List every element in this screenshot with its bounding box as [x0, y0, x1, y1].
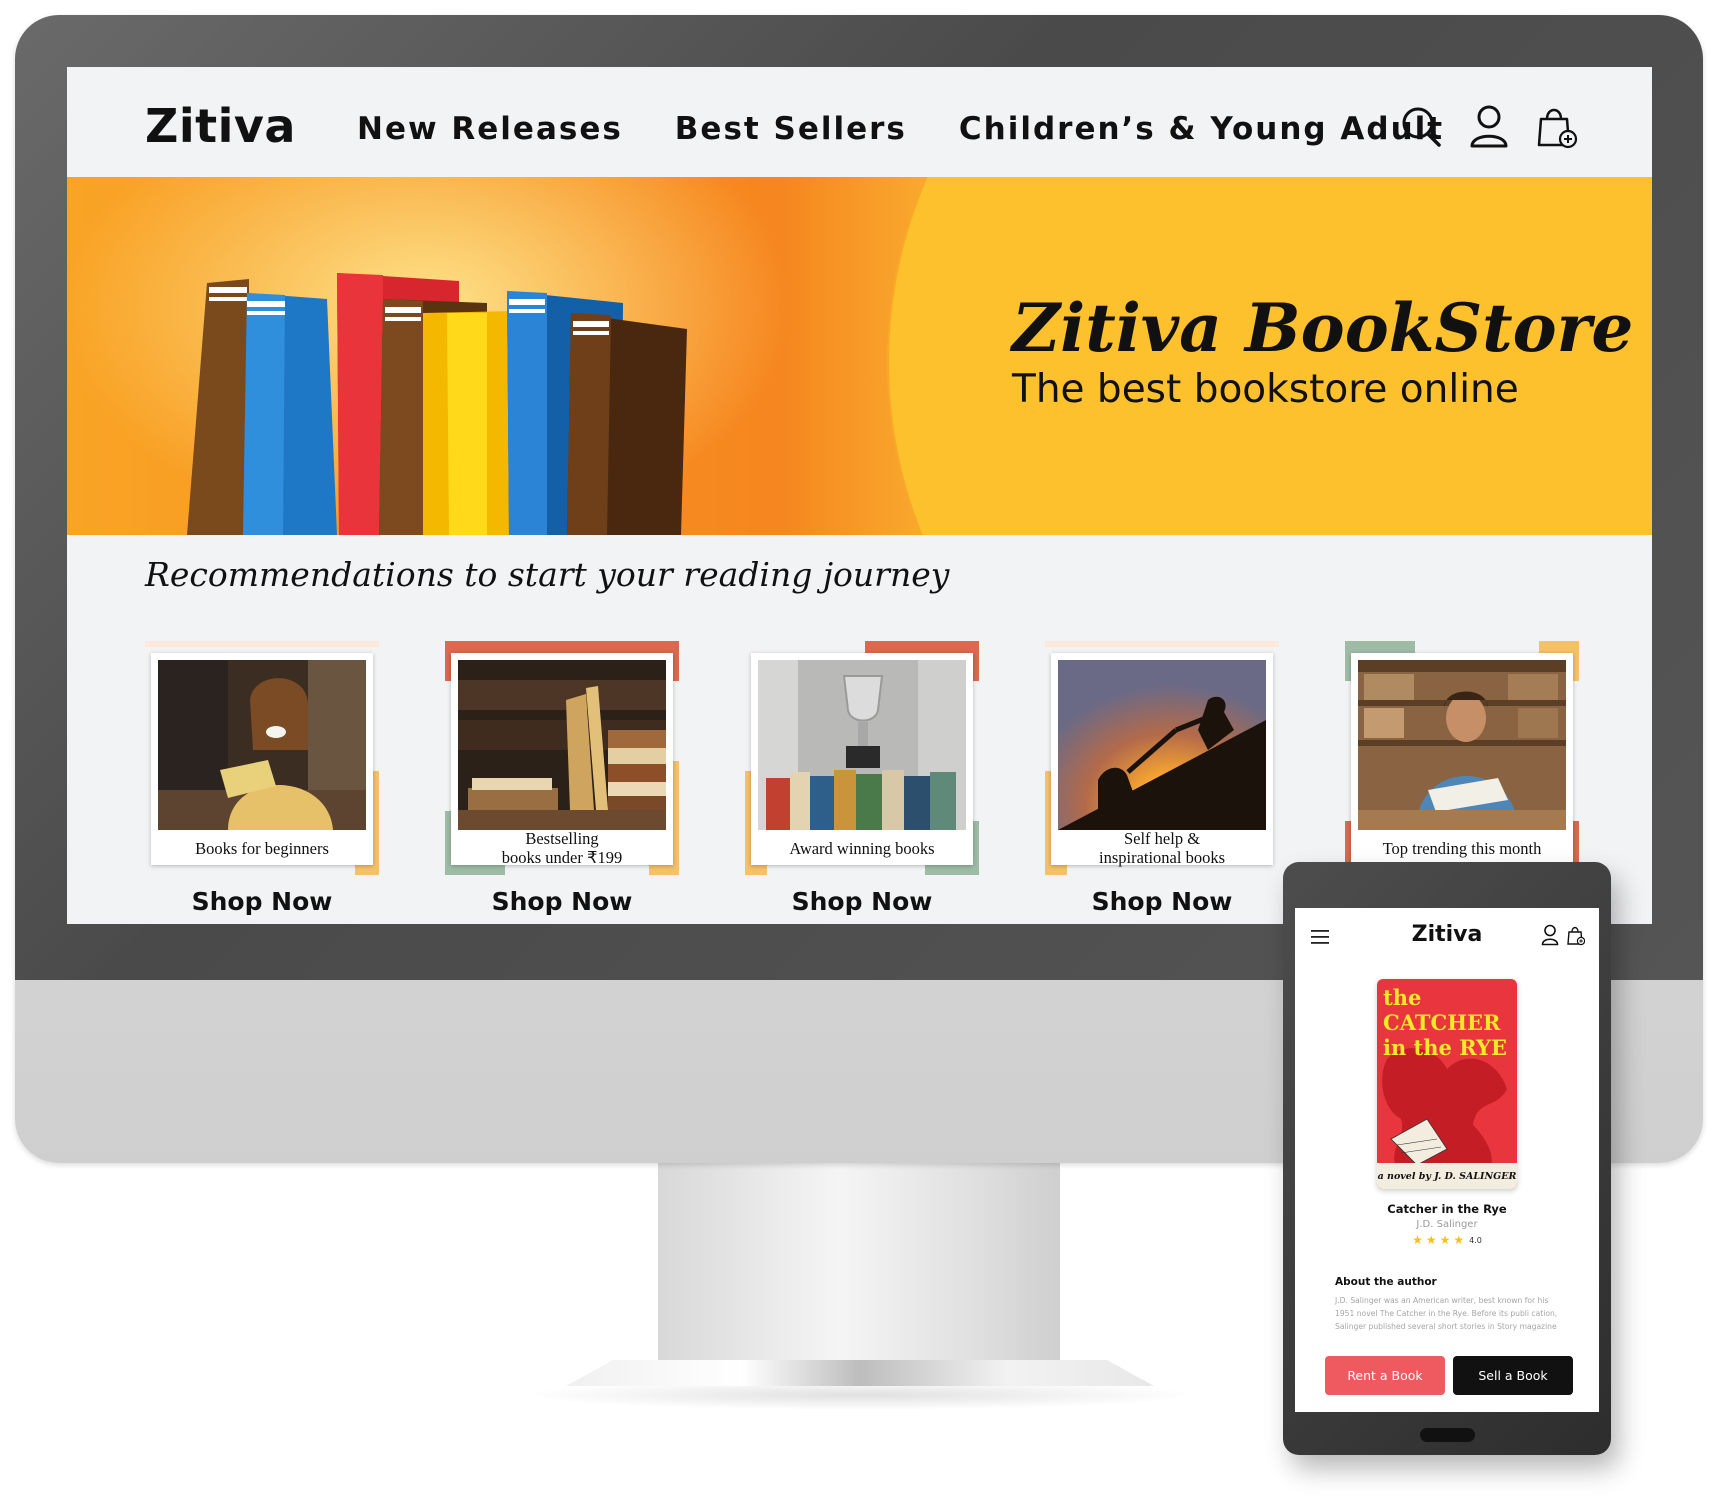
star-icon: ★	[1453, 1233, 1465, 1247]
banner-title: Zitiva BookStore	[1012, 289, 1634, 367]
books-illustration	[187, 273, 687, 535]
star-icon: ★	[1439, 1233, 1451, 1247]
user-icon[interactable]	[1541, 924, 1559, 946]
sell-book-button[interactable]: Sell a Book	[1453, 1356, 1573, 1395]
mobile-header-icons	[1541, 924, 1585, 946]
card-label: Bestselling books under ₹199	[501, 829, 623, 867]
shop-now-link[interactable]: Shop Now	[445, 887, 679, 916]
header-icons	[1400, 103, 1578, 149]
main-nav: New Releases Best Sellers Children’s & Y…	[357, 111, 1444, 147]
phone-screen: Zitiva the CATCHER in the RYE a novel by…	[1295, 908, 1599, 1412]
book-title: Catcher in the Rye	[1387, 1202, 1507, 1216]
card-inner: Award winning books	[751, 653, 973, 865]
card-inner: Top trending this month	[1351, 653, 1573, 865]
shop-now-link[interactable]: Shop Now	[1045, 887, 1279, 916]
nav-new-releases[interactable]: New Releases	[357, 111, 623, 147]
rent-book-button[interactable]: Rent a Book	[1325, 1356, 1445, 1395]
recommendations-title: Recommendations to start your reading jo…	[145, 555, 950, 594]
card-inner: Self help & inspirational books	[1051, 653, 1273, 867]
nav-best-sellers[interactable]: Best Sellers	[675, 111, 907, 147]
nav-childrens-young-adult[interactable]: Children’s & Young Adult	[959, 111, 1444, 147]
rating-value: 4.0	[1469, 1235, 1482, 1245]
card-photo-trophy	[758, 660, 966, 830]
banner-subtitle: The best bookstore online	[1012, 367, 1519, 412]
shopping-bag-add-icon[interactable]	[1567, 924, 1585, 946]
site-header: Zitiva New Releases Best Sellers Childre…	[67, 67, 1652, 177]
phone-home-button[interactable]	[1420, 1428, 1475, 1442]
recommendation-card-self-help[interactable]: Self help & inspirational books Shop Now	[1045, 641, 1279, 921]
book-cover[interactable]: the CATCHER in the RYE a novel by J. D. …	[1377, 979, 1517, 1189]
card-label: Self help & inspirational books	[1098, 829, 1226, 867]
book-cover-author: a novel by J. D. SALINGER	[1377, 1163, 1517, 1189]
card-photo-helping-hand	[1058, 660, 1266, 830]
star-icon: ★	[1425, 1233, 1437, 1247]
recommendation-card-award-winning[interactable]: Award winning books Shop Now	[745, 641, 979, 921]
monitor-stand	[658, 1162, 1060, 1374]
monitor-stand-base	[566, 1360, 1154, 1386]
card-photo-woman-reading	[158, 660, 366, 830]
recommendation-card-bestselling[interactable]: Bestselling books under ₹199 Shop Now	[445, 641, 679, 921]
card-label: Top trending this month	[1382, 838, 1542, 858]
card-photo-book-stack	[458, 660, 666, 830]
card-inner: Bestselling books under ₹199	[451, 653, 673, 867]
book-rating: ★ ★ ★ ★ 4.0	[1295, 1234, 1599, 1246]
search-icon[interactable]	[1400, 103, 1442, 149]
about-author-heading: About the author	[1335, 1276, 1437, 1288]
card-inner: Books for beginners	[151, 653, 373, 865]
hero-banner: Zitiva BookStore The best bookstore onli…	[67, 177, 1652, 535]
user-icon[interactable]	[1468, 103, 1510, 149]
book-cover-title: the CATCHER in the RYE	[1383, 985, 1508, 1060]
card-label: Books for beginners	[195, 838, 329, 858]
recommendation-card-beginners[interactable]: Books for beginners Shop Now	[145, 641, 379, 921]
site-logo[interactable]: Zitiva	[145, 99, 296, 153]
about-author-text: J.D. Salinger was an American writer, be…	[1335, 1296, 1558, 1331]
phone: Zitiva the CATCHER in the RYE a novel by…	[1283, 862, 1611, 1455]
shopping-bag-add-icon[interactable]	[1536, 103, 1578, 149]
card-photo-boy-reading	[1358, 660, 1566, 830]
star-icon: ★	[1412, 1233, 1423, 1247]
desktop-screen: Zitiva New Releases Best Sellers Childre…	[67, 67, 1652, 924]
book-author: J.D. Salinger	[1416, 1219, 1478, 1230]
card-label: Award winning books	[789, 838, 935, 858]
shop-now-link[interactable]: Shop Now	[745, 887, 979, 916]
shop-now-link[interactable]: Shop Now	[145, 887, 379, 916]
